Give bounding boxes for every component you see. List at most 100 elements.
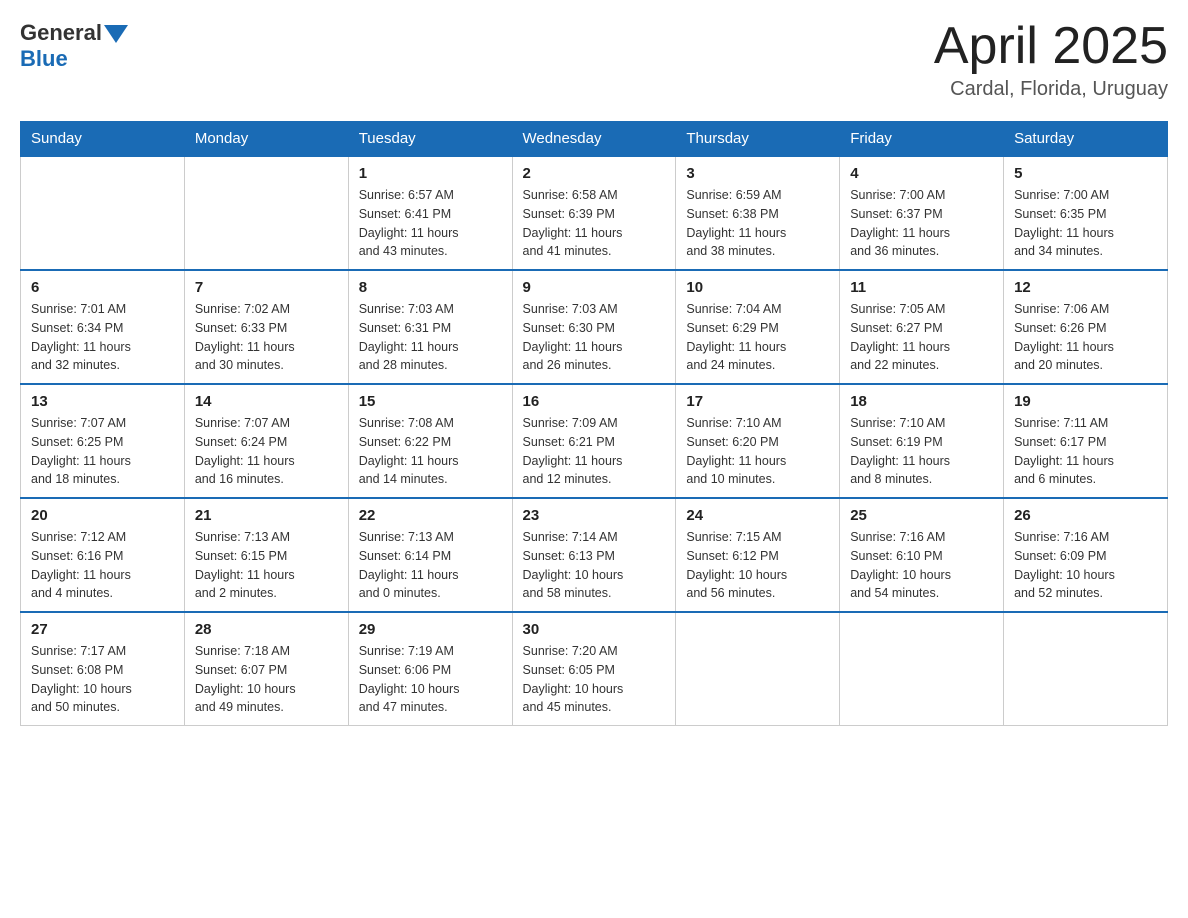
calendar-day-cell: 21 Sunrise: 7:13 AM Sunset: 6:15 PM Dayli… bbox=[184, 498, 348, 612]
day-of-week-header: Friday bbox=[840, 122, 1004, 157]
day-info: Sunrise: 6:58 AM Sunset: 6:39 PM Dayligh… bbox=[523, 186, 666, 261]
day-number: 24 bbox=[686, 507, 829, 524]
calendar-day-cell: 25 Sunrise: 7:16 AM Sunset: 6:10 PM Dayli… bbox=[840, 498, 1004, 612]
day-info: Sunrise: 7:13 AM Sunset: 6:15 PM Dayligh… bbox=[195, 528, 338, 603]
calendar-day-cell: 26 Sunrise: 7:16 AM Sunset: 6:09 PM Dayli… bbox=[1004, 498, 1168, 612]
calendar-day-cell bbox=[21, 156, 185, 270]
day-number: 3 bbox=[686, 165, 829, 182]
calendar-day-cell: 14 Sunrise: 7:07 AM Sunset: 6:24 PM Dayli… bbox=[184, 384, 348, 498]
day-info: Sunrise: 7:10 AM Sunset: 6:20 PM Dayligh… bbox=[686, 414, 829, 489]
calendar-day-cell: 22Sunrise: 7:13 AM Sunset: 6:14 PM Dayli… bbox=[348, 498, 512, 612]
day-info: Sunrise: 7:03 AM Sunset: 6:31 PM Dayligh… bbox=[359, 300, 502, 375]
day-info: Sunrise: 7:09 AM Sunset: 6:21 PM Dayligh… bbox=[523, 414, 666, 489]
day-info: Sunrise: 7:19 AM Sunset: 6:06 PM Dayligh… bbox=[359, 642, 502, 717]
day-info: Sunrise: 7:00 AM Sunset: 6:37 PM Dayligh… bbox=[850, 186, 993, 261]
calendar-day-cell: 23 Sunrise: 7:14 AM Sunset: 6:13 PM Dayli… bbox=[512, 498, 676, 612]
calendar-day-cell: 10 Sunrise: 7:04 AM Sunset: 6:29 PM Dayli… bbox=[676, 270, 840, 384]
day-number: 10 bbox=[686, 279, 829, 296]
calendar-day-cell: 29 Sunrise: 7:19 AM Sunset: 6:06 PM Dayli… bbox=[348, 612, 512, 726]
calendar-day-cell: 28Sunrise: 7:18 AM Sunset: 6:07 PM Dayli… bbox=[184, 612, 348, 726]
day-info: Sunrise: 7:05 AM Sunset: 6:27 PM Dayligh… bbox=[850, 300, 993, 375]
day-info: Sunrise: 7:08 AM Sunset: 6:22 PM Dayligh… bbox=[359, 414, 502, 489]
calendar-week-row: 1 Sunrise: 6:57 AM Sunset: 6:41 PM Daylig… bbox=[21, 156, 1168, 270]
day-info: Sunrise: 6:57 AM Sunset: 6:41 PM Dayligh… bbox=[359, 186, 502, 261]
calendar-day-cell: 15Sunrise: 7:08 AM Sunset: 6:22 PM Dayli… bbox=[348, 384, 512, 498]
day-number: 22 bbox=[359, 507, 502, 524]
day-number: 11 bbox=[850, 279, 993, 296]
calendar-day-cell bbox=[184, 156, 348, 270]
day-number: 17 bbox=[686, 393, 829, 410]
day-info: Sunrise: 7:01 AM Sunset: 6:34 PM Dayligh… bbox=[31, 300, 174, 375]
day-of-week-header: Tuesday bbox=[348, 122, 512, 157]
day-number: 1 bbox=[359, 165, 502, 182]
day-number: 23 bbox=[523, 507, 666, 524]
calendar-header-row: SundayMondayTuesdayWednesdayThursdayFrid… bbox=[21, 122, 1168, 157]
calendar-day-cell: 17 Sunrise: 7:10 AM Sunset: 6:20 PM Dayli… bbox=[676, 384, 840, 498]
day-info: Sunrise: 7:16 AM Sunset: 6:10 PM Dayligh… bbox=[850, 528, 993, 603]
day-of-week-header: Monday bbox=[184, 122, 348, 157]
calendar-day-cell: 5Sunrise: 7:00 AM Sunset: 6:35 PM Daylig… bbox=[1004, 156, 1168, 270]
day-number: 6 bbox=[31, 279, 174, 296]
calendar-week-row: 6 Sunrise: 7:01 AM Sunset: 6:34 PM Daylig… bbox=[21, 270, 1168, 384]
day-info: Sunrise: 7:07 AM Sunset: 6:24 PM Dayligh… bbox=[195, 414, 338, 489]
calendar-week-row: 20 Sunrise: 7:12 AM Sunset: 6:16 PM Dayli… bbox=[21, 498, 1168, 612]
day-number: 2 bbox=[523, 165, 666, 182]
day-info: Sunrise: 7:07 AM Sunset: 6:25 PM Dayligh… bbox=[31, 414, 174, 489]
location: Cardal, Florida, Uruguay bbox=[934, 78, 1168, 101]
calendar-day-cell bbox=[676, 612, 840, 726]
day-info: Sunrise: 7:12 AM Sunset: 6:16 PM Dayligh… bbox=[31, 528, 174, 603]
day-number: 28 bbox=[195, 621, 338, 638]
day-info: Sunrise: 7:06 AM Sunset: 6:26 PM Dayligh… bbox=[1014, 300, 1157, 375]
logo: General Blue bbox=[20, 20, 128, 72]
day-info: Sunrise: 7:00 AM Sunset: 6:35 PM Dayligh… bbox=[1014, 186, 1157, 261]
day-number: 27 bbox=[31, 621, 174, 638]
day-of-week-header: Wednesday bbox=[512, 122, 676, 157]
calendar-day-cell: 3 Sunrise: 6:59 AM Sunset: 6:38 PM Daylig… bbox=[676, 156, 840, 270]
day-number: 12 bbox=[1014, 279, 1157, 296]
page-header: General Blue April 2025 Cardal, Florida,… bbox=[20, 20, 1168, 101]
day-number: 9 bbox=[523, 279, 666, 296]
day-number: 13 bbox=[31, 393, 174, 410]
day-info: Sunrise: 7:16 AM Sunset: 6:09 PM Dayligh… bbox=[1014, 528, 1157, 603]
day-number: 18 bbox=[850, 393, 993, 410]
title-section: April 2025 Cardal, Florida, Uruguay bbox=[934, 20, 1168, 101]
day-info: Sunrise: 7:20 AM Sunset: 6:05 PM Dayligh… bbox=[523, 642, 666, 717]
day-number: 8 bbox=[359, 279, 502, 296]
logo-blue: Blue bbox=[20, 46, 128, 72]
day-number: 30 bbox=[523, 621, 666, 638]
calendar-day-cell: 13 Sunrise: 7:07 AM Sunset: 6:25 PM Dayli… bbox=[21, 384, 185, 498]
day-number: 7 bbox=[195, 279, 338, 296]
day-of-week-header: Saturday bbox=[1004, 122, 1168, 157]
day-of-week-header: Sunday bbox=[21, 122, 185, 157]
calendar-day-cell: 18 Sunrise: 7:10 AM Sunset: 6:19 PM Dayli… bbox=[840, 384, 1004, 498]
logo-triangle-icon bbox=[104, 25, 128, 43]
calendar-day-cell bbox=[1004, 612, 1168, 726]
day-info: Sunrise: 7:02 AM Sunset: 6:33 PM Dayligh… bbox=[195, 300, 338, 375]
calendar-day-cell: 24Sunrise: 7:15 AM Sunset: 6:12 PM Dayli… bbox=[676, 498, 840, 612]
day-number: 20 bbox=[31, 507, 174, 524]
calendar-day-cell: 19Sunrise: 7:11 AM Sunset: 6:17 PM Dayli… bbox=[1004, 384, 1168, 498]
day-number: 14 bbox=[195, 393, 338, 410]
day-number: 26 bbox=[1014, 507, 1157, 524]
month-title: April 2025 bbox=[934, 20, 1168, 72]
calendar-day-cell: 16Sunrise: 7:09 AM Sunset: 6:21 PM Dayli… bbox=[512, 384, 676, 498]
calendar-day-cell: 8 Sunrise: 7:03 AM Sunset: 6:31 PM Daylig… bbox=[348, 270, 512, 384]
day-info: Sunrise: 7:04 AM Sunset: 6:29 PM Dayligh… bbox=[686, 300, 829, 375]
calendar-week-row: 27Sunrise: 7:17 AM Sunset: 6:08 PM Dayli… bbox=[21, 612, 1168, 726]
day-number: 25 bbox=[850, 507, 993, 524]
calendar-day-cell bbox=[840, 612, 1004, 726]
calendar-day-cell: 1 Sunrise: 6:57 AM Sunset: 6:41 PM Daylig… bbox=[348, 156, 512, 270]
day-info: Sunrise: 7:10 AM Sunset: 6:19 PM Dayligh… bbox=[850, 414, 993, 489]
day-number: 21 bbox=[195, 507, 338, 524]
calendar-day-cell: 30 Sunrise: 7:20 AM Sunset: 6:05 PM Dayli… bbox=[512, 612, 676, 726]
day-number: 4 bbox=[850, 165, 993, 182]
calendar-day-cell: 7 Sunrise: 7:02 AM Sunset: 6:33 PM Daylig… bbox=[184, 270, 348, 384]
day-info: Sunrise: 6:59 AM Sunset: 6:38 PM Dayligh… bbox=[686, 186, 829, 261]
day-number: 29 bbox=[359, 621, 502, 638]
calendar-day-cell: 6 Sunrise: 7:01 AM Sunset: 6:34 PM Daylig… bbox=[21, 270, 185, 384]
calendar-day-cell: 12 Sunrise: 7:06 AM Sunset: 6:26 PM Dayli… bbox=[1004, 270, 1168, 384]
day-of-week-header: Thursday bbox=[676, 122, 840, 157]
calendar-day-cell: 20 Sunrise: 7:12 AM Sunset: 6:16 PM Dayli… bbox=[21, 498, 185, 612]
day-info: Sunrise: 7:14 AM Sunset: 6:13 PM Dayligh… bbox=[523, 528, 666, 603]
day-number: 19 bbox=[1014, 393, 1157, 410]
